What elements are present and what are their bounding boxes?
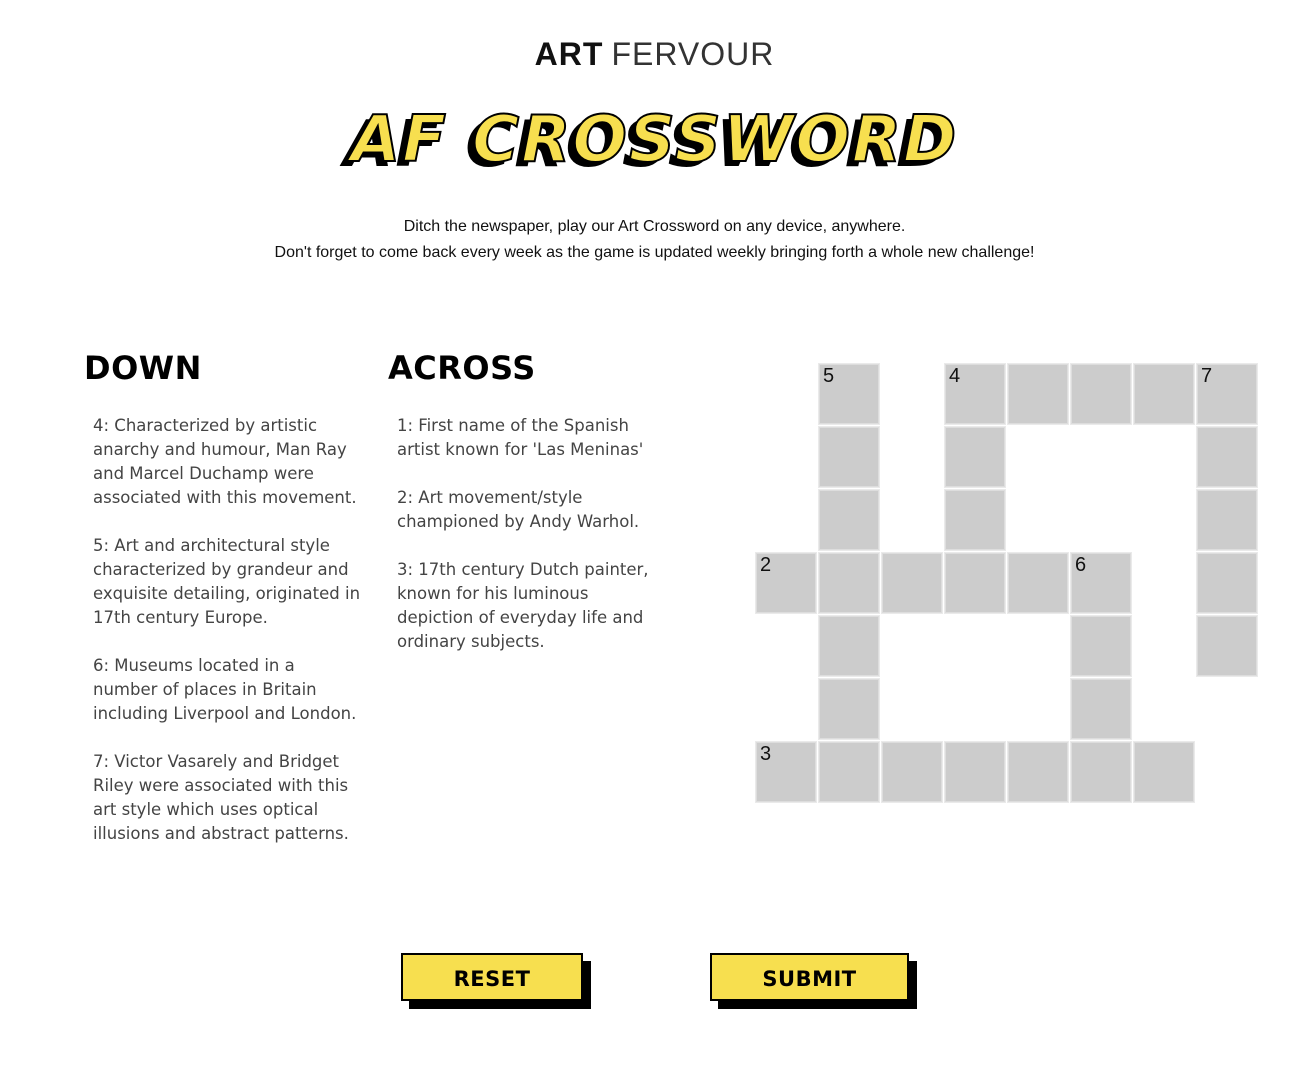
across-clue-1: 1: First name of the Spanish artist know…	[397, 416, 644, 459]
crossword-cell[interactable]: 2	[755, 552, 817, 614]
across-clue-3: 3: 17th century Dutch painter, known for…	[397, 560, 649, 651]
intro-line-2: Don't forget to come back every week as …	[274, 244, 1035, 261]
crossword-cell[interactable]	[944, 426, 1006, 488]
crossword-cell[interactable]	[944, 741, 1006, 803]
crossword-cell[interactable]	[881, 552, 943, 614]
clue-number: 2	[760, 554, 772, 576]
crossword-cell[interactable]	[944, 552, 1006, 614]
page-title: AF CROSSWORD	[350, 102, 959, 178]
crossword-cell[interactable]: 6	[1070, 552, 1132, 614]
crossword-grid: 5 4 7 2 6 3	[755, 363, 1259, 804]
down-clue-6: 6: Museums located in a number of places…	[93, 656, 357, 723]
crossword-cell[interactable]	[1196, 615, 1258, 677]
across-heading: ACROSS	[388, 349, 536, 387]
crossword-cell[interactable]	[944, 489, 1006, 551]
crossword-cell[interactable]	[1070, 741, 1132, 803]
brand-logo: ART FERVOUR	[0, 36, 1309, 72]
brand-part1: ART	[534, 36, 604, 72]
crossword-cell[interactable]	[1133, 741, 1195, 803]
down-clue-list: 4: Characterized by artistic anarchy and…	[93, 414, 363, 870]
clue-number: 6	[1075, 554, 1087, 576]
across-clue-2: 2: Art movement/style championed by Andy…	[397, 488, 640, 531]
crossword-cell[interactable]	[818, 678, 880, 740]
crossword-cell[interactable]: 5	[818, 363, 880, 425]
crossword-cell[interactable]	[818, 615, 880, 677]
across-clue-list: 1: First name of the Spanish artist know…	[397, 414, 652, 678]
intro-text: Ditch the newspaper, play our Art Crossw…	[0, 214, 1309, 266]
crossword-cell[interactable]: 3	[755, 741, 817, 803]
crossword-cell[interactable]: 7	[1196, 363, 1258, 425]
crossword-cell[interactable]: 4	[944, 363, 1006, 425]
brand-part2: FERVOUR	[611, 36, 775, 72]
clue-number: 3	[760, 743, 772, 765]
submit-button[interactable]: SUBMIT	[710, 953, 909, 1001]
clue-number: 7	[1201, 365, 1213, 387]
crossword-cell[interactable]	[1007, 363, 1069, 425]
crossword-cell[interactable]	[1070, 363, 1132, 425]
down-clue-5: 5: Art and architectural style character…	[93, 536, 361, 627]
clue-number: 5	[823, 365, 835, 387]
down-clue-7: 7: Victor Vasarely and Bridget Riley wer…	[93, 752, 349, 843]
crossword-cell[interactable]	[1070, 615, 1132, 677]
crossword-cell[interactable]	[818, 552, 880, 614]
crossword-cell[interactable]	[1070, 678, 1132, 740]
crossword-cell[interactable]	[818, 489, 880, 551]
clue-number: 4	[949, 365, 961, 387]
crossword-cell[interactable]	[881, 741, 943, 803]
crossword-cell[interactable]	[1196, 552, 1258, 614]
crossword-cell[interactable]	[1007, 552, 1069, 614]
down-heading: DOWN	[84, 349, 202, 387]
crossword-cell[interactable]	[1196, 426, 1258, 488]
crossword-cell[interactable]	[818, 426, 880, 488]
crossword-cell[interactable]	[1133, 363, 1195, 425]
reset-button[interactable]: RESET	[401, 953, 583, 1001]
crossword-cell[interactable]	[1196, 489, 1258, 551]
crossword-cell[interactable]	[818, 741, 880, 803]
down-clue-4: 4: Characterized by artistic anarchy and…	[93, 416, 357, 507]
crossword-cell[interactable]	[1007, 741, 1069, 803]
intro-line-1: Ditch the newspaper, play our Art Crossw…	[403, 218, 906, 235]
